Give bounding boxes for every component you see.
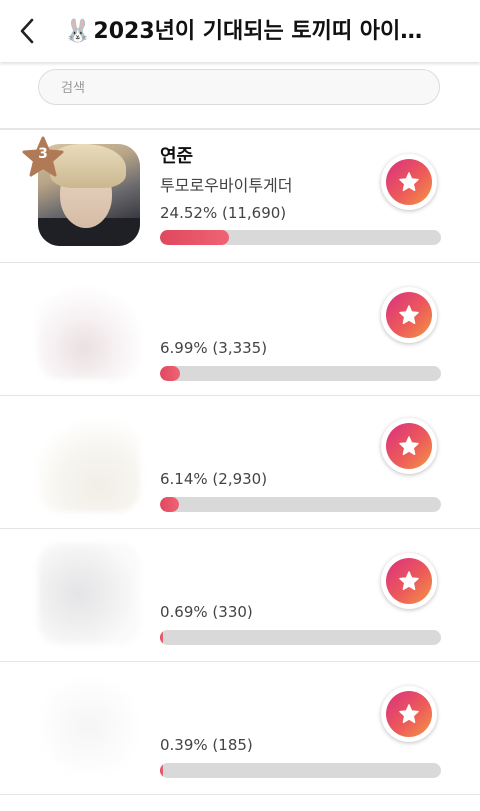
- idol-group: 투모로우바이투게더: [160, 176, 293, 195]
- ranking-row: 6.99% (3,335): [0, 263, 480, 396]
- vote-progress-fill: [160, 630, 163, 645]
- vote-button-inner: [386, 691, 432, 737]
- vote-progress-bar: [160, 497, 441, 512]
- vote-stat: 24.52% (11,690): [160, 204, 287, 222]
- app-header: 🐰2023년이 기대되는 토끼띠 아이…: [0, 0, 480, 62]
- ranking-row: 0.39% (185): [0, 662, 480, 795]
- vote-stat: 0.69% (330): [160, 603, 253, 621]
- vote-progress-bar: [160, 763, 441, 778]
- idol-name: 연준: [160, 146, 194, 167]
- page-title: 🐰2023년이 기대되는 토끼띠 아이…: [64, 16, 464, 48]
- vote-button[interactable]: [381, 418, 437, 474]
- idol-avatar: [38, 277, 140, 379]
- vote-button-inner: [386, 159, 432, 205]
- vote-progress-bar: [160, 366, 441, 381]
- ranking-row: 6.14% (2,930): [0, 396, 480, 529]
- vote-stat: 0.39% (185): [160, 736, 253, 754]
- vote-button[interactable]: [381, 686, 437, 742]
- vote-progress-fill: [160, 497, 179, 512]
- vote-progress-fill: [160, 366, 180, 381]
- vote-progress-bar: [160, 230, 441, 245]
- vote-button-inner: [386, 558, 432, 604]
- search-box[interactable]: [38, 69, 440, 105]
- ranking-list: 3 연준 투모로우바이투게더 24.52% (11,690) 6.99% (3,…: [0, 130, 480, 795]
- vote-stat: 6.14% (2,930): [160, 470, 268, 488]
- star-icon: [399, 436, 419, 456]
- star-icon: [399, 172, 419, 192]
- vote-progress-fill: [160, 230, 229, 245]
- page-title-text: 2023년이 기대되는 토끼띠 아이…: [93, 19, 423, 44]
- vote-button[interactable]: [381, 154, 437, 210]
- vote-button[interactable]: [381, 287, 437, 343]
- vote-progress-fill: [160, 763, 163, 778]
- back-button[interactable]: [10, 14, 44, 48]
- idol-avatar: [38, 543, 140, 645]
- rabbit-emoji-icon: 🐰: [64, 19, 92, 44]
- idol-avatar: [38, 676, 140, 778]
- search-input[interactable]: [59, 77, 423, 99]
- vote-button-inner: [386, 423, 432, 469]
- vote-button[interactable]: [381, 553, 437, 609]
- ranking-row: 3 연준 투모로우바이투게더 24.52% (11,690): [0, 130, 480, 263]
- idol-avatar: [38, 410, 140, 512]
- rank-number: 3: [38, 146, 48, 162]
- chevron-left-icon: [20, 18, 34, 44]
- vote-stat: 6.99% (3,335): [160, 339, 268, 357]
- star-icon: [399, 704, 419, 724]
- rank-badge: 3: [20, 135, 66, 181]
- vote-button-inner: [386, 292, 432, 338]
- star-icon: [399, 571, 419, 591]
- star-icon: [399, 305, 419, 325]
- vote-progress-bar: [160, 630, 441, 645]
- ranking-row: 0.69% (330): [0, 529, 480, 662]
